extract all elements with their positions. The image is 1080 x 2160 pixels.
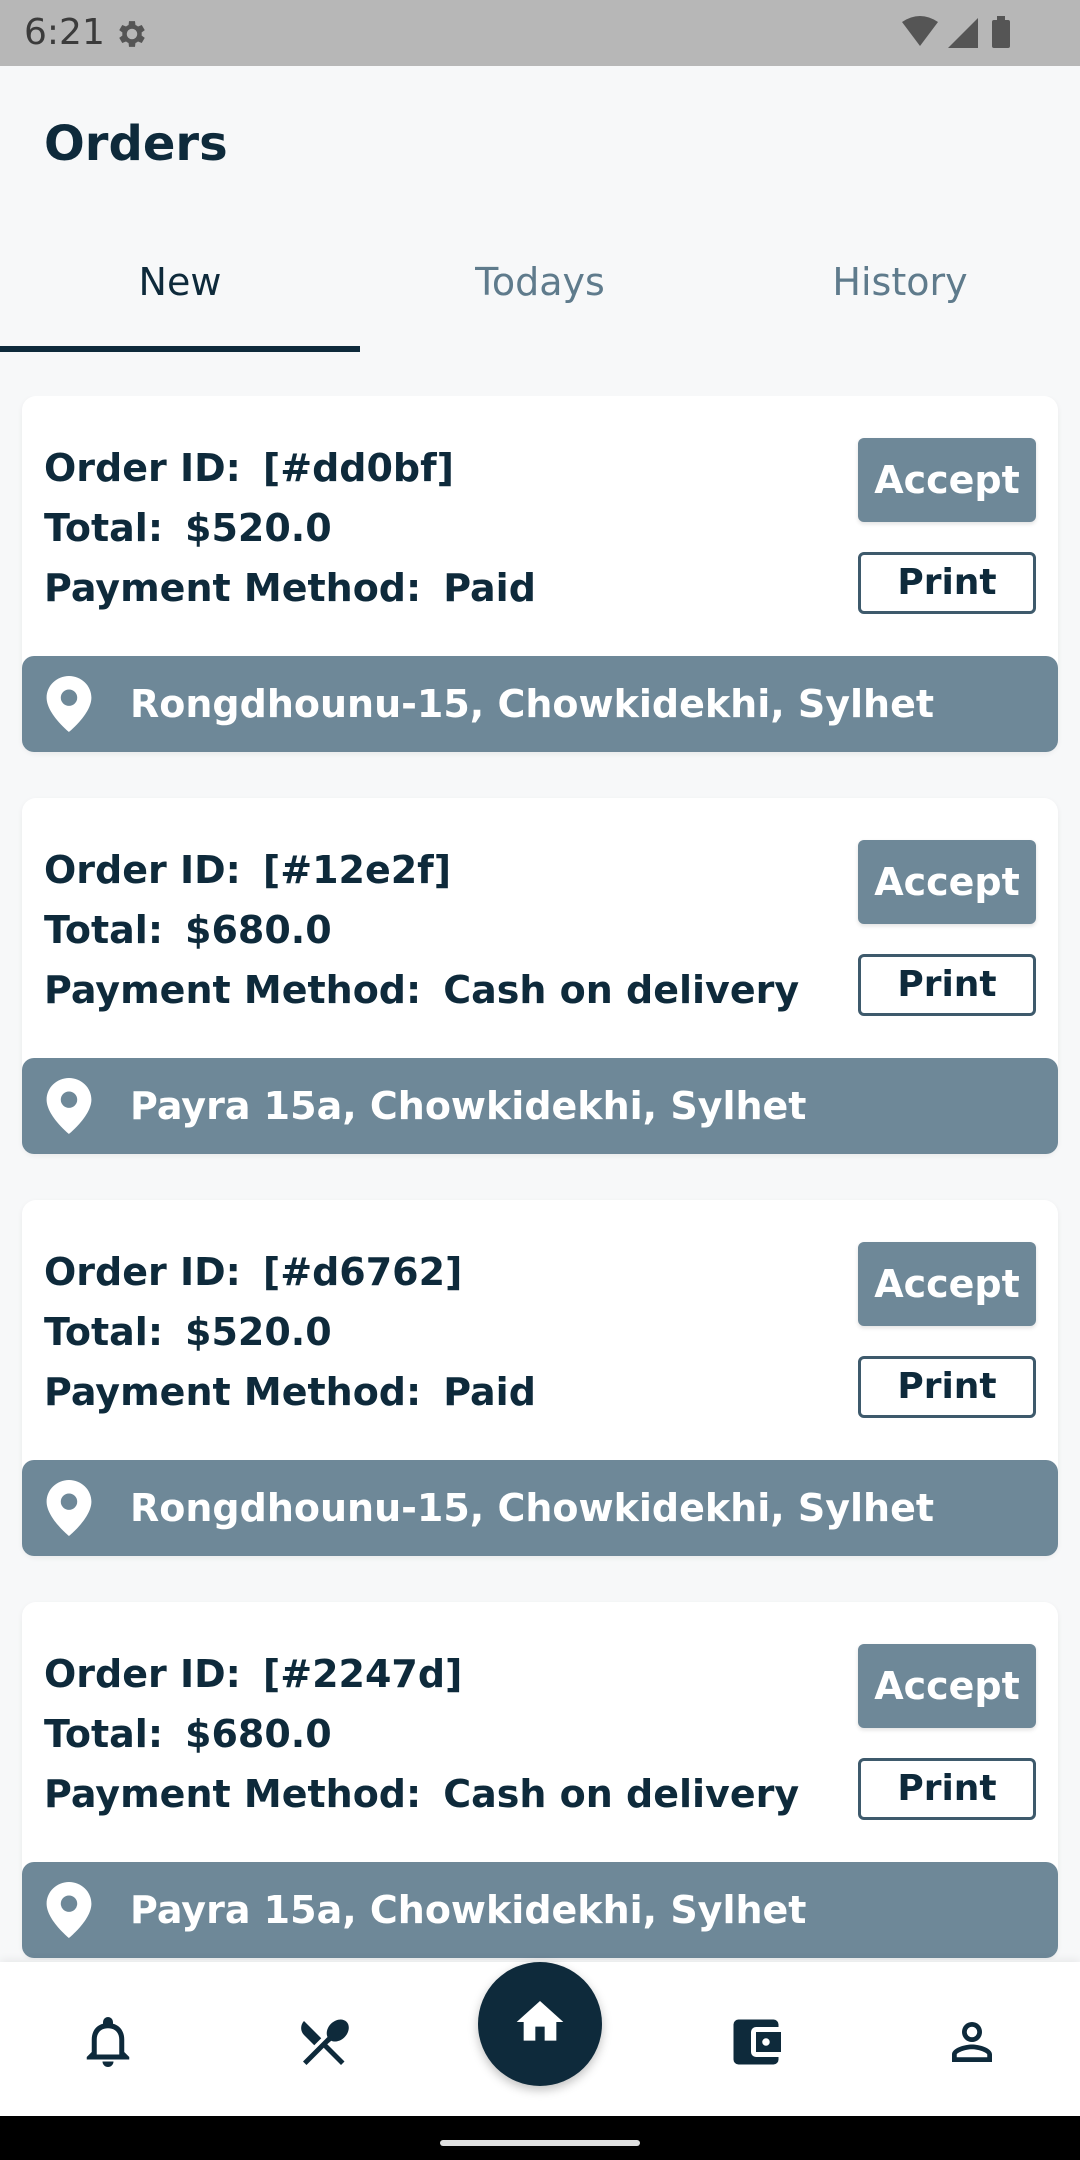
location-pin-icon [46,1078,92,1134]
total-value: $680.0 [185,1712,332,1756]
order-id-value: [#12e2f] [262,848,452,892]
home-indicator[interactable] [440,2140,640,2146]
order-info: Order ID: [#d6762] Total: $520.0 Payment M… [44,1242,804,1422]
address-bar[interactable]: Payra 15a, Chowkidekhi, Sylhet [22,1862,1058,1958]
wallet-icon[interactable] [726,2012,786,2072]
order-id-value: [#d6762] [262,1250,463,1294]
total-label: Total: [44,1310,164,1354]
payment-method-value: Cash on delivery [443,968,800,1012]
order-card[interactable]: Order ID: [#2247d] Total: $680.0 Payment M… [22,1602,1058,1958]
print-button[interactable]: Print [858,1356,1036,1418]
order-card[interactable]: Order ID: [#d6762] Total: $520.0 Payment M… [22,1200,1058,1556]
order-id-label: Order ID: [44,446,241,490]
tab-todays[interactable]: Todays [360,240,720,352]
bell-icon[interactable] [78,2012,138,2072]
total-value: $520.0 [185,506,332,550]
address-text: Payra 15a, Chowkidekhi, Sylhet [130,1084,807,1128]
location-pin-icon [46,1480,92,1536]
status-time: 6:21 [24,12,105,53]
order-id-label: Order ID: [44,848,241,892]
utensils-icon[interactable] [294,2012,354,2072]
total-row: Total: $680.0 [44,1704,804,1764]
print-button[interactable]: Print [858,552,1036,614]
page-title: Orders [44,116,228,172]
payment-method-value: Paid [443,1370,536,1414]
person-icon[interactable] [942,2012,1002,2072]
order-id-value: [#2247d] [262,1652,463,1696]
order-info: Order ID: [#2247d] Total: $680.0 Payment M… [44,1644,804,1824]
order-id-row: Order ID: [#dd0bf] [44,438,804,498]
print-button[interactable]: Print [858,954,1036,1016]
payment-row: Payment Method: Paid [44,1362,804,1422]
order-id-label: Order ID: [44,1250,241,1294]
accept-button[interactable]: Accept [858,438,1036,522]
payment-method-value: Cash on delivery [443,1772,800,1816]
order-id-label: Order ID: [44,1652,241,1696]
total-label: Total: [44,506,164,550]
payment-method-label: Payment Method: [44,968,422,1012]
address-bar[interactable]: Rongdhounu-15, Chowkidekhi, Sylhet [22,1460,1058,1556]
total-label: Total: [44,1712,164,1756]
order-id-row: Order ID: [#d6762] [44,1242,804,1302]
location-pin-icon [46,676,92,732]
home-icon [516,2001,564,2041]
accept-button[interactable]: Accept [858,1242,1036,1326]
status-bar: 6:21 [0,0,1080,66]
home-button[interactable] [478,1962,602,2086]
payment-method-label: Payment Method: [44,566,422,610]
accept-button[interactable]: Accept [858,1644,1036,1728]
order-card[interactable]: Order ID: [#dd0bf] Total: $520.0 Payment M… [22,396,1058,752]
payment-row: Payment Method: Cash on delivery [44,1764,804,1824]
tab-history[interactable]: History [720,240,1080,352]
print-button[interactable]: Print [858,1758,1036,1820]
total-row: Total: $520.0 [44,1302,804,1362]
status-icons [902,16,1010,48]
payment-row: Payment Method: Cash on delivery [44,960,804,1020]
order-id-row: Order ID: [#2247d] [44,1644,804,1704]
address-bar[interactable]: Rongdhounu-15, Chowkidekhi, Sylhet [22,656,1058,752]
wifi-icon [902,16,938,46]
address-text: Rongdhounu-15, Chowkidekhi, Sylhet [130,1486,935,1530]
address-text: Payra 15a, Chowkidekhi, Sylhet [130,1888,807,1932]
orders-list[interactable]: Order ID: [#dd0bf] Total: $520.0 Payment M… [0,396,1080,1960]
order-id-value: [#dd0bf] [262,446,455,490]
active-tab-indicator [0,346,360,352]
system-nav-bar [0,2116,1080,2160]
total-value: $520.0 [185,1310,332,1354]
payment-method-value: Paid [443,566,536,610]
location-pin-icon [46,1882,92,1938]
total-row: Total: $520.0 [44,498,804,558]
total-row: Total: $680.0 [44,900,804,960]
settings-gear-icon [119,21,145,47]
total-value: $680.0 [185,908,332,952]
address-bar[interactable]: Payra 15a, Chowkidekhi, Sylhet [22,1058,1058,1154]
order-id-row: Order ID: [#12e2f] [44,840,804,900]
address-text: Rongdhounu-15, Chowkidekhi, Sylhet [130,682,935,726]
payment-method-label: Payment Method: [44,1772,422,1816]
tab-bar: New Todays History [0,240,1080,352]
bottom-nav [0,1962,1080,2116]
signal-icon [948,18,978,48]
payment-row: Payment Method: Paid [44,558,804,618]
battery-icon [992,16,1010,48]
order-info: Order ID: [#dd0bf] Total: $520.0 Payment M… [44,438,804,618]
accept-button[interactable]: Accept [858,840,1036,924]
order-info: Order ID: [#12e2f] Total: $680.0 Payment M… [44,840,804,1020]
total-label: Total: [44,908,164,952]
tab-new[interactable]: New [0,240,360,352]
order-card[interactable]: Order ID: [#12e2f] Total: $680.0 Payment M… [22,798,1058,1154]
payment-method-label: Payment Method: [44,1370,422,1414]
